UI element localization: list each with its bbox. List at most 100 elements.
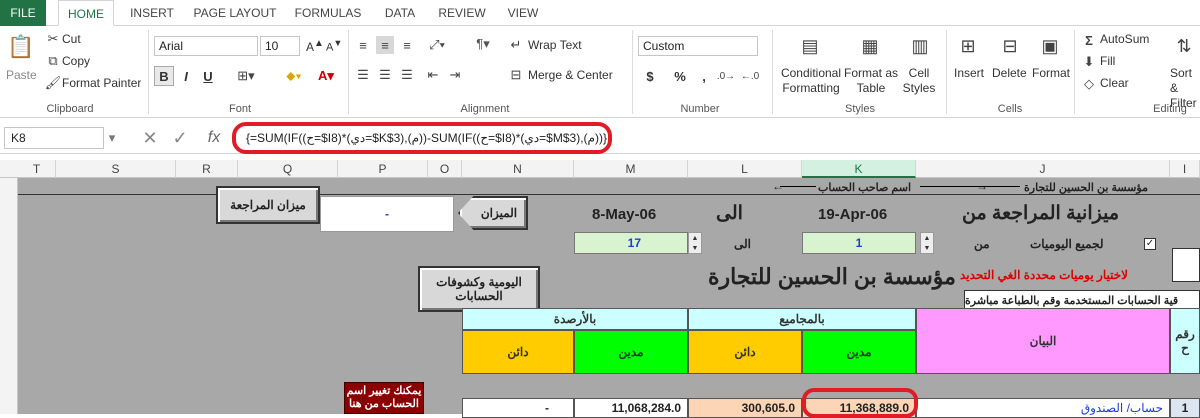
autosum-button[interactable]: AutoSum [1100, 32, 1149, 46]
cut-icon: ✂ [47, 31, 59, 46]
percent-button[interactable]: % [670, 66, 690, 86]
font-size-select[interactable]: 10 [260, 36, 300, 56]
to-spinner[interactable]: ▲ ▼ [688, 232, 702, 254]
borders-icon[interactable]: ⊞▾ [232, 66, 260, 86]
grow-font-icon[interactable]: A▲ [306, 38, 324, 54]
number-format-select[interactable]: Custom [638, 36, 758, 56]
tab-insert[interactable]: INSERT [124, 0, 180, 26]
spin-up-icon[interactable]: ▲ [692, 235, 699, 242]
orientation-icon[interactable]: ⤢▾ [424, 36, 450, 54]
align-left-icon[interactable]: ☰ [354, 66, 372, 84]
text-direction-icon[interactable]: ¶▾ [476, 34, 490, 54]
name-box[interactable]: K8 [4, 127, 104, 149]
all-journals-checkbox[interactable]: ✓ [1144, 238, 1156, 250]
insert-cells-icon: ⊞ [960, 35, 976, 56]
clipboard-group-label: Clipboard [46, 103, 94, 115]
tab-review[interactable]: REVIEW [432, 0, 492, 26]
fill-color-icon[interactable]: ⬥▾ [280, 66, 308, 86]
column-header[interactable]: P [338, 160, 428, 178]
cell-styles-icon: ▥ [911, 35, 929, 56]
from-spinner[interactable]: ▲ ▼ [920, 232, 934, 254]
credit-balance-cell[interactable]: - [462, 398, 574, 418]
font-name-select[interactable]: Arial [154, 36, 258, 56]
column-header[interactable]: J [916, 160, 1170, 178]
from-journal-value[interactable]: 1 [802, 232, 916, 254]
account-name-cell[interactable]: حساب/ الصندوق [916, 398, 1170, 418]
spin-up-icon[interactable]: ▲ [924, 235, 931, 242]
decrease-indent-icon[interactable]: ⇤ [424, 66, 442, 84]
wrap-text-button[interactable]: Wrap Text [528, 38, 582, 52]
italic-button[interactable]: I [176, 66, 196, 86]
trial-balance-button[interactable]: ميزان المراجعة [216, 186, 320, 224]
to-label: الى [734, 237, 751, 251]
delete-button[interactable]: Delete [992, 66, 1027, 80]
paste-icon[interactable]: 📋 [6, 32, 36, 62]
arrow-line [780, 186, 816, 187]
side-box [1172, 248, 1200, 282]
font-color-icon[interactable]: A▾ [312, 66, 340, 86]
column-header-selected[interactable]: K [802, 160, 916, 178]
debit-balance-cell[interactable]: 11,068,284.0 [574, 398, 688, 418]
tab-home[interactable]: HOME [58, 0, 114, 26]
autosum-icon: Σ [1085, 32, 1093, 48]
format-button[interactable]: Format [1032, 66, 1070, 80]
underline-button[interactable]: U [198, 66, 218, 86]
column-header[interactable]: Q [238, 160, 338, 178]
spin-down-icon[interactable]: ▼ [692, 245, 699, 252]
bold-button[interactable]: B [154, 66, 174, 86]
column-header[interactable]: M [574, 160, 688, 178]
formula-input[interactable]: {=SUM(IF((ح=$I8)*(دي=$K$3),(م))-SUM(IF((… [232, 122, 612, 154]
insert-button[interactable]: Insert [954, 66, 984, 80]
format-as-table-button[interactable]: Format as Table [842, 66, 900, 96]
column-header[interactable]: T [18, 160, 56, 178]
divider [946, 30, 947, 114]
balance-value-cell[interactable]: - [320, 196, 454, 232]
namebox-dropdown-icon[interactable]: ▾ [106, 130, 118, 146]
tab-data[interactable]: DATA [376, 0, 424, 26]
format-painter-button[interactable]: Format Painter [62, 76, 141, 90]
copy-button[interactable]: Copy [62, 54, 90, 68]
credit-total-cell[interactable]: 300,605.0 [688, 398, 802, 418]
column-header[interactable]: N [462, 160, 574, 178]
account-number-cell[interactable]: 1 [1170, 398, 1200, 418]
merge-center-icon: ⊟ [510, 67, 522, 82]
column-header[interactable]: R [176, 160, 238, 178]
align-middle-icon[interactable]: ≡ [376, 36, 394, 54]
journal-statements-button[interactable]: اليومية وكشوفات الحسابات [418, 266, 540, 312]
format-painter-icon: 🖌 [44, 75, 62, 90]
column-header[interactable]: L [688, 160, 802, 178]
format-as-table-icon: ▦ [861, 35, 879, 56]
enter-icon[interactable]: ✓ [170, 128, 190, 148]
comma-button[interactable]: , [694, 66, 714, 86]
divider [1074, 30, 1075, 114]
column-header[interactable]: O [428, 160, 462, 178]
paste-button[interactable]: Paste [6, 68, 37, 82]
align-center-icon[interactable]: ☰ [376, 66, 394, 84]
clear-button[interactable]: Clear [1100, 76, 1129, 90]
merge-center-button[interactable]: Merge & Center [528, 68, 613, 82]
fill-button[interactable]: Fill [1100, 54, 1115, 68]
tab-file[interactable]: FILE [0, 0, 46, 26]
decrease-decimal-icon[interactable]: ←.0 [740, 66, 760, 86]
conditional-formatting-button[interactable]: Conditional Formatting [778, 66, 844, 96]
column-header[interactable]: S [56, 160, 176, 178]
currency-button[interactable]: $ [640, 66, 660, 86]
align-right-icon[interactable]: ☰ [398, 66, 416, 84]
increase-indent-icon[interactable]: ⇥ [446, 66, 464, 84]
tab-view[interactable]: VIEW [500, 0, 546, 26]
to-journal-value[interactable]: 17 [574, 232, 688, 254]
increase-decimal-icon[interactable]: .0→ [716, 66, 736, 86]
column-header[interactable]: I [1170, 160, 1200, 178]
shrink-font-icon[interactable]: A▼ [326, 38, 342, 54]
align-bottom-icon[interactable]: ≡ [398, 36, 416, 54]
spin-down-icon[interactable]: ▼ [924, 245, 931, 252]
cut-button[interactable]: Cut [62, 32, 81, 46]
insert-function-icon[interactable]: fx [204, 128, 224, 148]
tab-page-layout[interactable]: PAGE LAYOUT [190, 0, 280, 26]
tab-formulas[interactable]: FORMULAS [290, 0, 366, 26]
account-number-header: رقم ح [1170, 308, 1200, 374]
cancel-icon[interactable]: ✕ [140, 128, 160, 148]
align-top-icon[interactable]: ≡ [354, 36, 372, 54]
cell-styles-button[interactable]: Cell Styles [898, 66, 940, 96]
sort-filter-icon: ⇅ [1176, 35, 1192, 56]
